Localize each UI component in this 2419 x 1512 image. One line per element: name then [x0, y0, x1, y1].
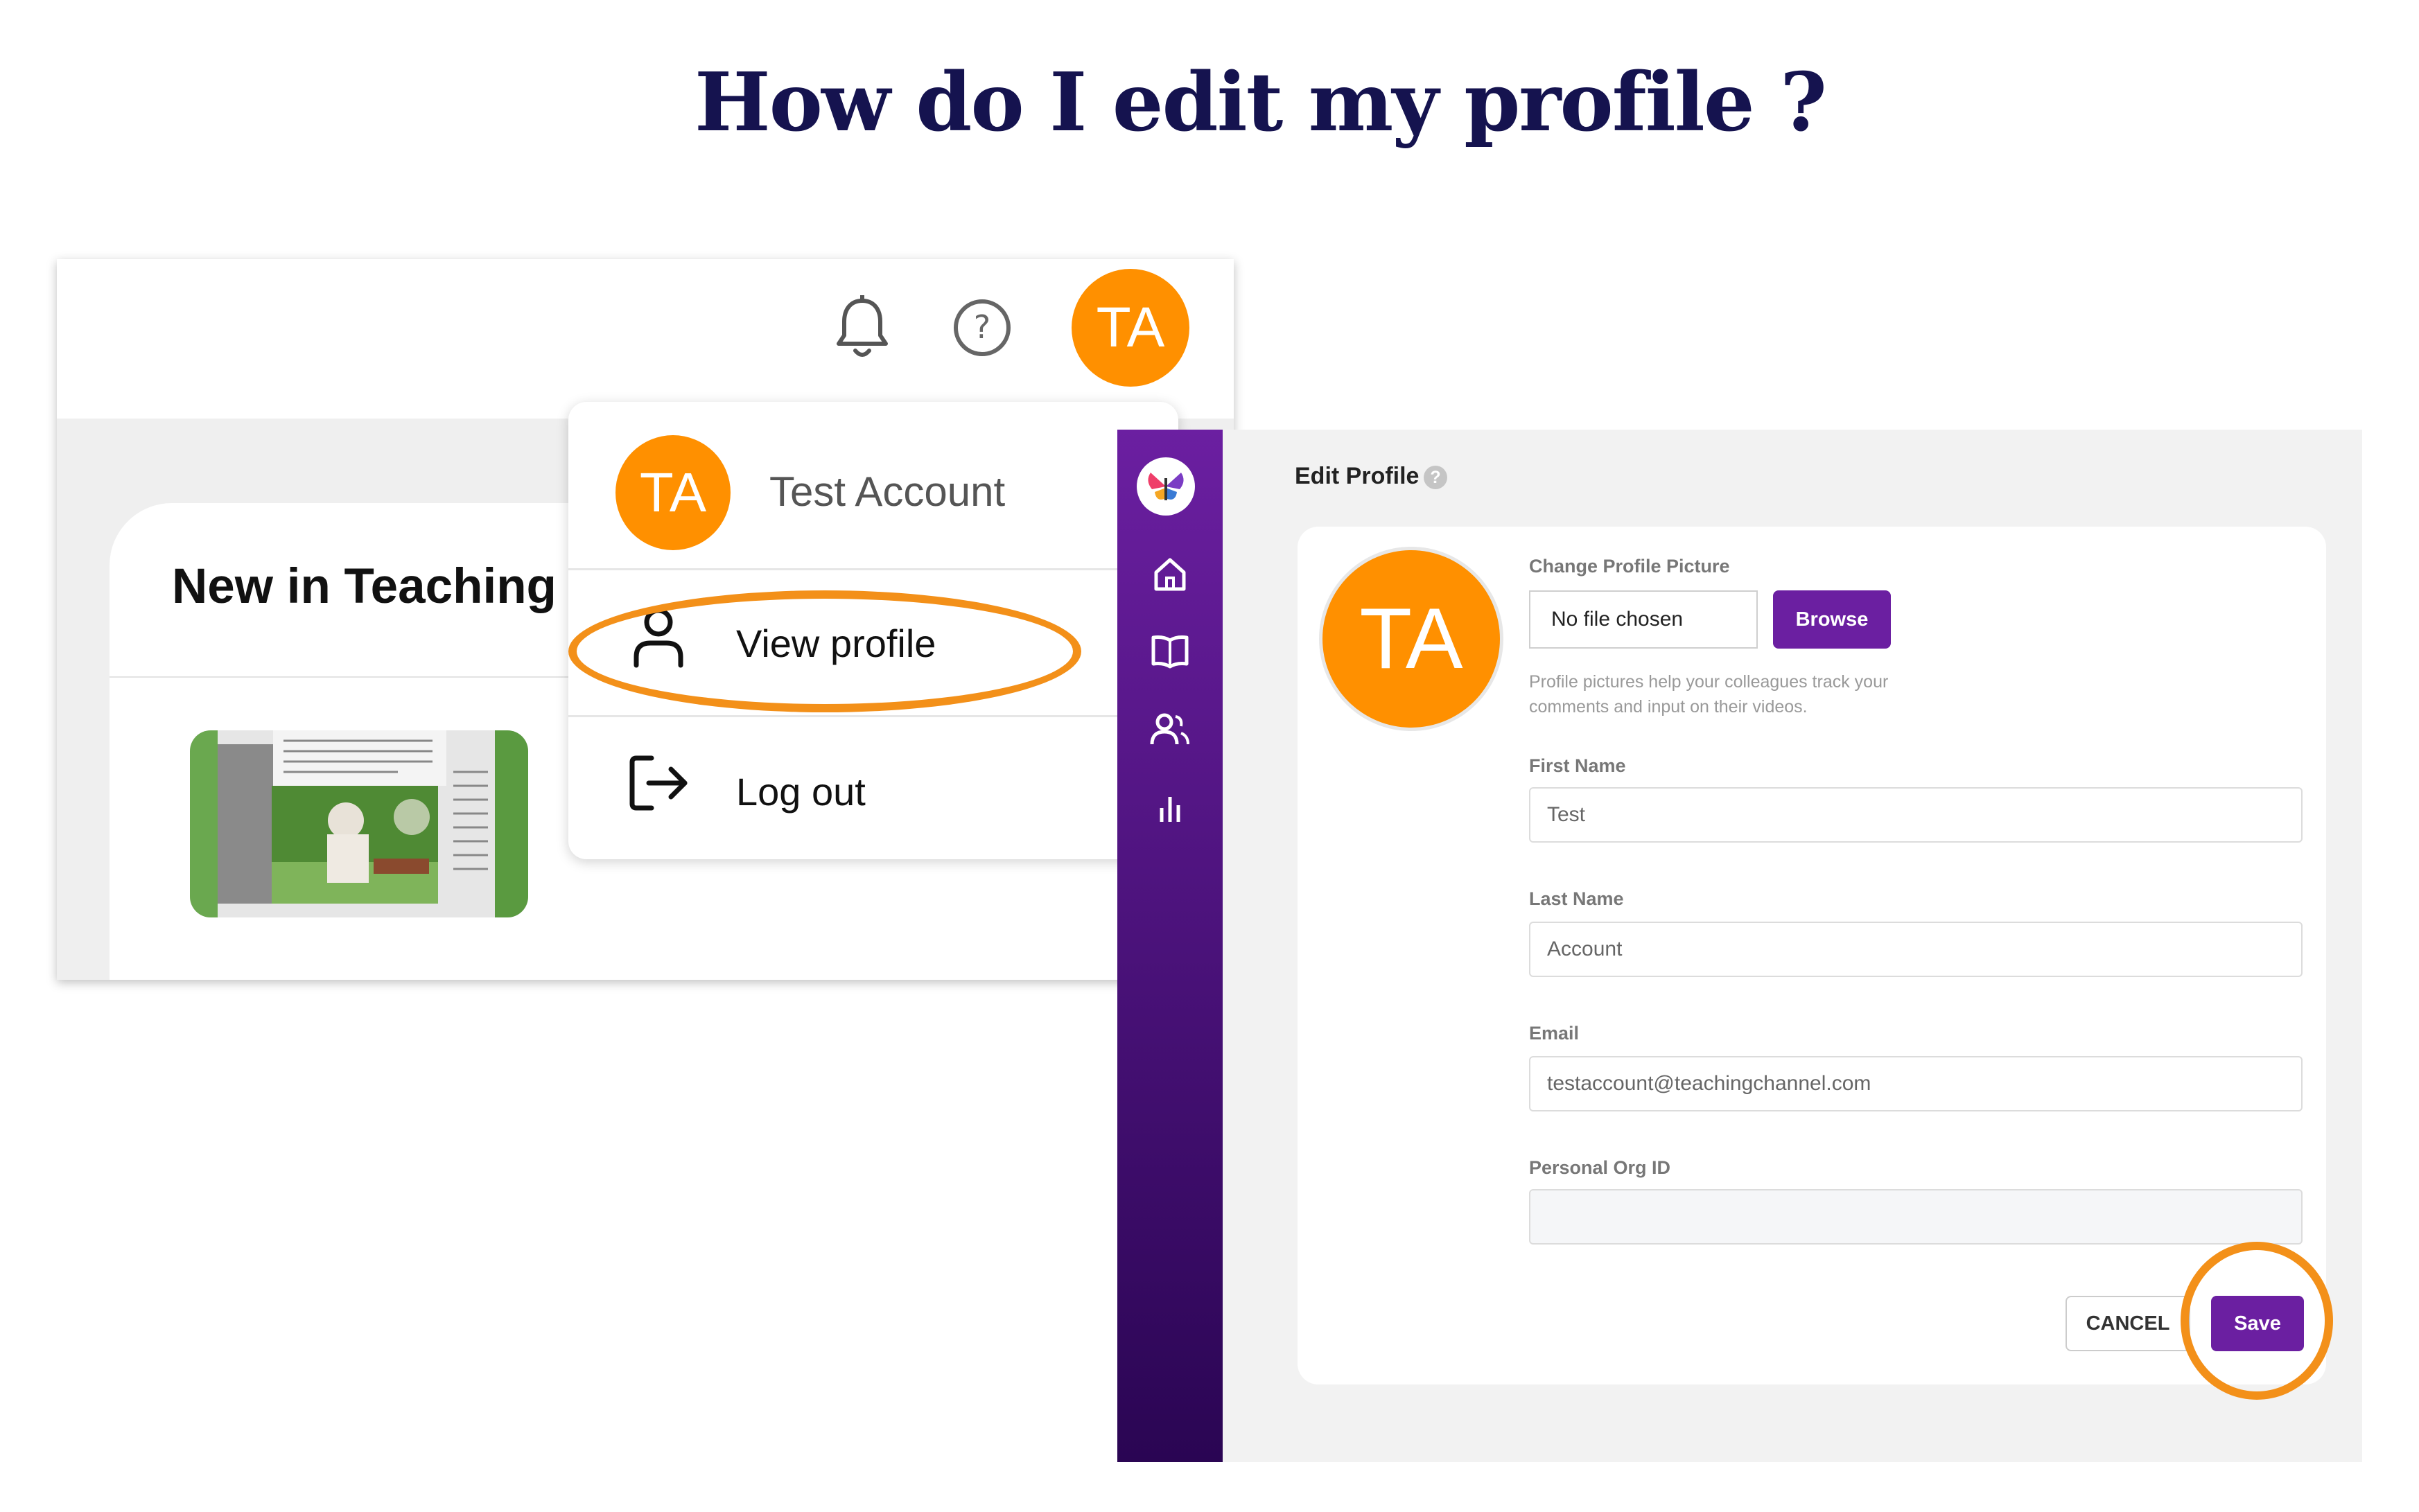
divider [568, 715, 1178, 717]
cancel-button[interactable]: CANCEL [2066, 1296, 2190, 1351]
account-name: Test Account [769, 468, 1006, 515]
divider [568, 568, 1178, 570]
email-field[interactable]: testaccount@teachingchannel.com [1529, 1056, 2303, 1111]
top-bar: ? TA [57, 259, 1234, 419]
sidebar [1117, 430, 1223, 1462]
book-icon[interactable] [1149, 632, 1191, 674]
email-label: Email [1529, 1023, 1580, 1044]
users-icon[interactable] [1149, 710, 1191, 752]
profile-form: TA Change Profile Picture No file chosen… [1298, 527, 2333, 1400]
log-out-label: Log out [736, 770, 866, 814]
org-id-label: Personal Org ID [1529, 1157, 1671, 1178]
first-name-field[interactable]: Test [1529, 787, 2303, 843]
help-icon[interactable]: ? [952, 298, 1012, 361]
highlight-ellipse [2181, 1242, 2333, 1400]
picture-help-text: Profile pictures help your colleagues tr… [1529, 672, 1889, 717]
highlight-ellipse [568, 590, 1081, 712]
home-icon[interactable] [1149, 554, 1191, 597]
logo-icon[interactable] [1137, 457, 1195, 516]
last-name-field[interactable]: Account [1529, 922, 2303, 977]
avatar: TA [615, 435, 731, 550]
chart-icon[interactable] [1149, 787, 1191, 829]
first-name-label: First Name [1529, 755, 1626, 776]
section-heading: New in Teaching C [172, 559, 574, 614]
video-thumbnail[interactable] [190, 730, 528, 917]
bell-icon[interactable] [833, 295, 891, 365]
page-title: How do I edit my profile ? [695, 55, 1827, 150]
svg-text:?: ? [974, 308, 990, 346]
file-input[interactable]: No file chosen [1529, 590, 1758, 649]
edit-profile-title: Edit Profile [1295, 463, 1420, 489]
profile-avatar: TA [1322, 550, 1500, 728]
help-icon[interactable]: ? [1424, 466, 1447, 489]
edit-profile-panel: Edit Profile ? TA Change Profile Picture… [1223, 430, 2362, 1462]
avatar[interactable]: TA [1072, 269, 1189, 387]
browse-button[interactable]: Browse [1773, 590, 1891, 649]
org-id-field[interactable] [1529, 1189, 2303, 1245]
log-out-menu-item[interactable]: Log out [568, 718, 1178, 854]
logout-icon [628, 751, 692, 818]
change-picture-label: Change Profile Picture [1529, 556, 1730, 577]
last-name-label: Last Name [1529, 888, 1624, 909]
